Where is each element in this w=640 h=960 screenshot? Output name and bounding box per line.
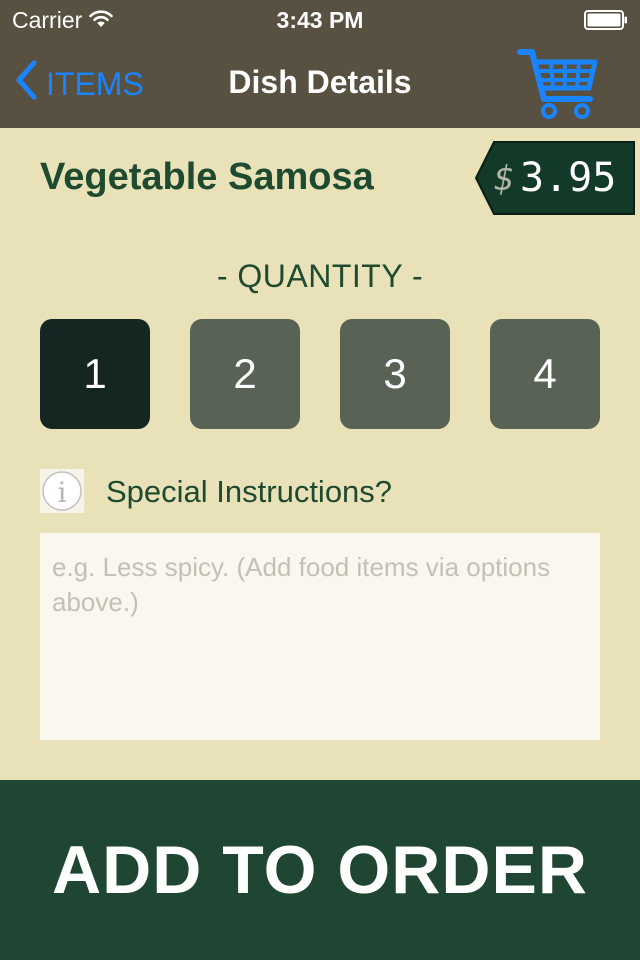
quantity-option-3[interactable]: 3 bbox=[340, 319, 450, 429]
add-to-order-button[interactable]: ADD TO ORDER bbox=[0, 780, 640, 960]
info-icon[interactable]: i bbox=[40, 469, 84, 513]
price-tag: $ 3.95 bbox=[474, 140, 636, 216]
dish-name: Vegetable Samosa bbox=[40, 156, 374, 198]
nav-bar: ITEMS Dish Details bbox=[0, 40, 640, 128]
cart-button[interactable] bbox=[516, 44, 600, 120]
quantity-option-2[interactable]: 2 bbox=[190, 319, 300, 429]
quantity-option-4[interactable]: 4 bbox=[490, 319, 600, 429]
price-currency: $ bbox=[494, 159, 515, 199]
special-instructions-input[interactable] bbox=[40, 533, 600, 740]
status-time: 3:43 PM bbox=[276, 7, 364, 33]
header: Carrier 3:43 PM ITEMS Dish Details bbox=[0, 0, 640, 128]
shopping-cart-icon bbox=[516, 49, 600, 124]
svg-text:i: i bbox=[58, 476, 67, 509]
price-value: 3.95 bbox=[520, 155, 617, 201]
battery-icon bbox=[584, 9, 628, 30]
special-instructions-label: Special Instructions? bbox=[106, 474, 393, 509]
quantity-option-1[interactable]: 1 bbox=[40, 319, 150, 429]
status-bar: Carrier 3:43 PM bbox=[0, 0, 640, 40]
quantity-label: - QUANTITY - bbox=[216, 258, 424, 294]
